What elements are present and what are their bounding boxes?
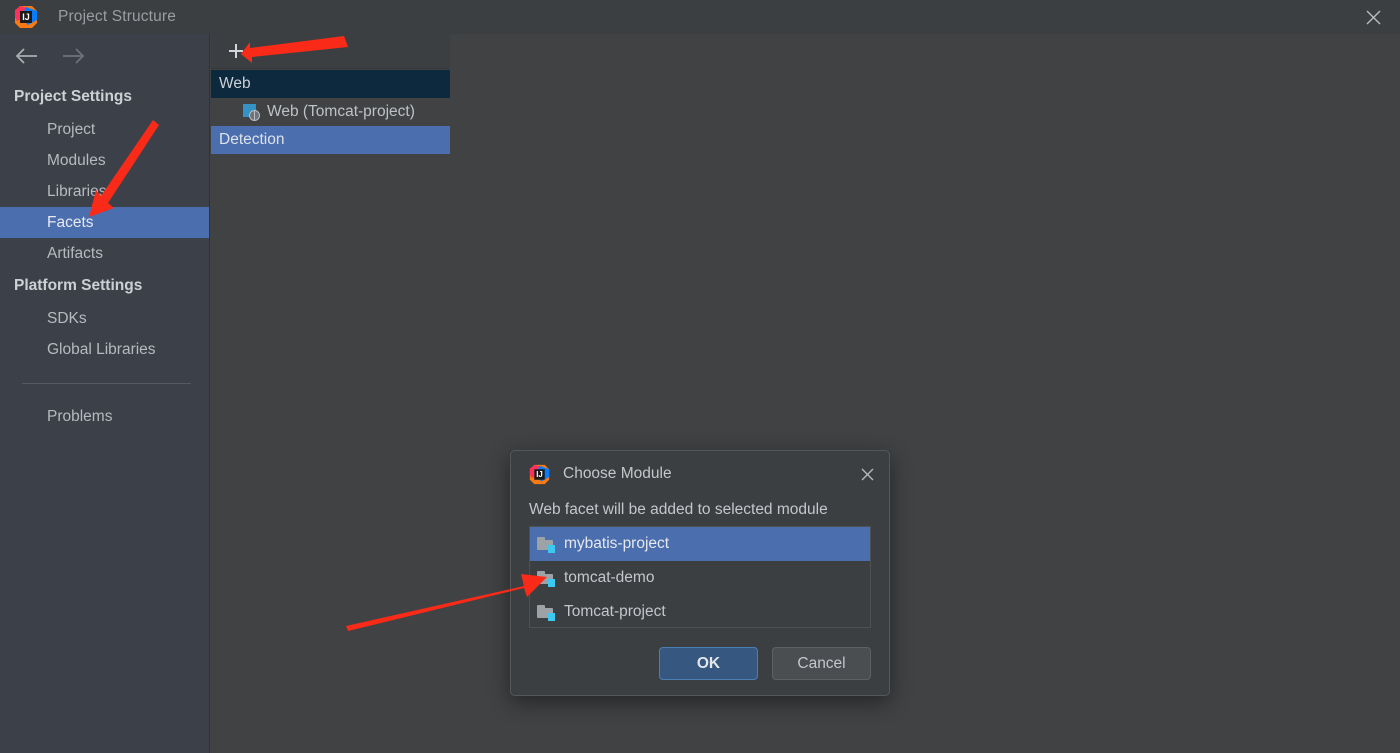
sidebar-item-facets[interactable]: Facets bbox=[0, 207, 209, 238]
ok-button[interactable]: OK bbox=[659, 647, 758, 680]
tree-row-label: Web bbox=[219, 75, 251, 92]
close-icon bbox=[861, 468, 873, 480]
project-structure-window: IJ Project Structure Project Settings Pr… bbox=[0, 0, 1400, 753]
window-title: Project Structure bbox=[58, 8, 176, 25]
module-icon bbox=[537, 570, 555, 587]
minus-icon bbox=[267, 50, 281, 52]
tree-row-label: Detection bbox=[219, 131, 285, 148]
dialog-title: Choose Module bbox=[563, 465, 672, 482]
close-icon bbox=[1366, 10, 1380, 24]
sidebar-item-global-libraries[interactable]: Global Libraries bbox=[0, 334, 209, 365]
sidebar-item-sdks[interactable]: SDKs bbox=[0, 303, 209, 334]
intellij-idea-logo-icon: IJ bbox=[529, 464, 550, 485]
facets-tree: Web Web (Tomcat-project) Detection bbox=[211, 69, 450, 154]
dialog-titlebar: IJ Choose Module bbox=[511, 451, 889, 497]
add-facet-button[interactable] bbox=[225, 40, 247, 62]
svg-text:IJ: IJ bbox=[536, 470, 543, 479]
arrow-right-icon bbox=[63, 48, 85, 64]
sidebar-item-modules[interactable]: Modules bbox=[0, 145, 209, 176]
settings-sidebar: Project Settings Project Modules Librari… bbox=[0, 34, 210, 753]
dialog-button-row: OK Cancel bbox=[659, 647, 871, 680]
facets-toolbar bbox=[211, 34, 450, 69]
choose-module-dialog: IJ Choose Module Web facet will be added… bbox=[510, 450, 890, 696]
intellij-idea-logo-icon: IJ bbox=[14, 5, 38, 29]
module-list[interactable]: mybatis-project tomcat-demo Tomcat-proje… bbox=[529, 526, 871, 628]
tree-row-label: Web (Tomcat-project) bbox=[267, 103, 415, 120]
module-label: Tomcat-project bbox=[564, 603, 666, 620]
remove-facet-button[interactable] bbox=[263, 40, 285, 62]
sidebar-sections: Project Settings Project Modules Librari… bbox=[0, 78, 209, 432]
module-label: mybatis-project bbox=[564, 535, 670, 552]
tree-row-web-facet[interactable]: Web (Tomcat-project) bbox=[211, 98, 450, 126]
module-list-item-tomcat-project[interactable]: Tomcat-project bbox=[530, 595, 870, 629]
module-list-item-mybatis-project[interactable]: mybatis-project bbox=[530, 527, 870, 561]
cancel-button[interactable]: Cancel bbox=[772, 647, 871, 680]
sidebar-group-project-settings: Project Settings bbox=[14, 88, 132, 105]
module-icon bbox=[537, 536, 555, 553]
sidebar-item-artifacts[interactable]: Artifacts bbox=[0, 238, 209, 269]
sidebar-navigation bbox=[0, 34, 209, 78]
web-facet-icon bbox=[243, 104, 260, 121]
dialog-close-button[interactable] bbox=[855, 462, 879, 486]
sidebar-item-libraries[interactable]: Libraries bbox=[0, 176, 209, 207]
sidebar-group-platform-settings: Platform Settings bbox=[14, 277, 143, 294]
arrow-left-icon bbox=[15, 48, 37, 64]
module-icon bbox=[537, 604, 555, 621]
window-titlebar: IJ Project Structure bbox=[0, 0, 1400, 34]
sidebar-item-project[interactable]: Project bbox=[0, 114, 209, 145]
sidebar-item-problems[interactable]: Problems bbox=[0, 401, 209, 432]
nav-forward-button[interactable] bbox=[60, 45, 88, 67]
dialog-message: Web facet will be added to selected modu… bbox=[529, 501, 828, 518]
facets-tree-panel: Web Web (Tomcat-project) Detection bbox=[211, 34, 450, 753]
sidebar-divider bbox=[22, 383, 191, 384]
plus-icon bbox=[229, 44, 243, 58]
svg-text:IJ: IJ bbox=[22, 12, 30, 22]
module-list-item-tomcat-demo[interactable]: tomcat-demo bbox=[530, 561, 870, 595]
nav-back-button[interactable] bbox=[12, 45, 40, 67]
tree-row-detection-group[interactable]: Detection bbox=[211, 126, 450, 154]
module-label: tomcat-demo bbox=[564, 569, 655, 586]
tree-row-web-group[interactable]: Web bbox=[211, 70, 450, 98]
window-close-button[interactable] bbox=[1346, 0, 1400, 34]
